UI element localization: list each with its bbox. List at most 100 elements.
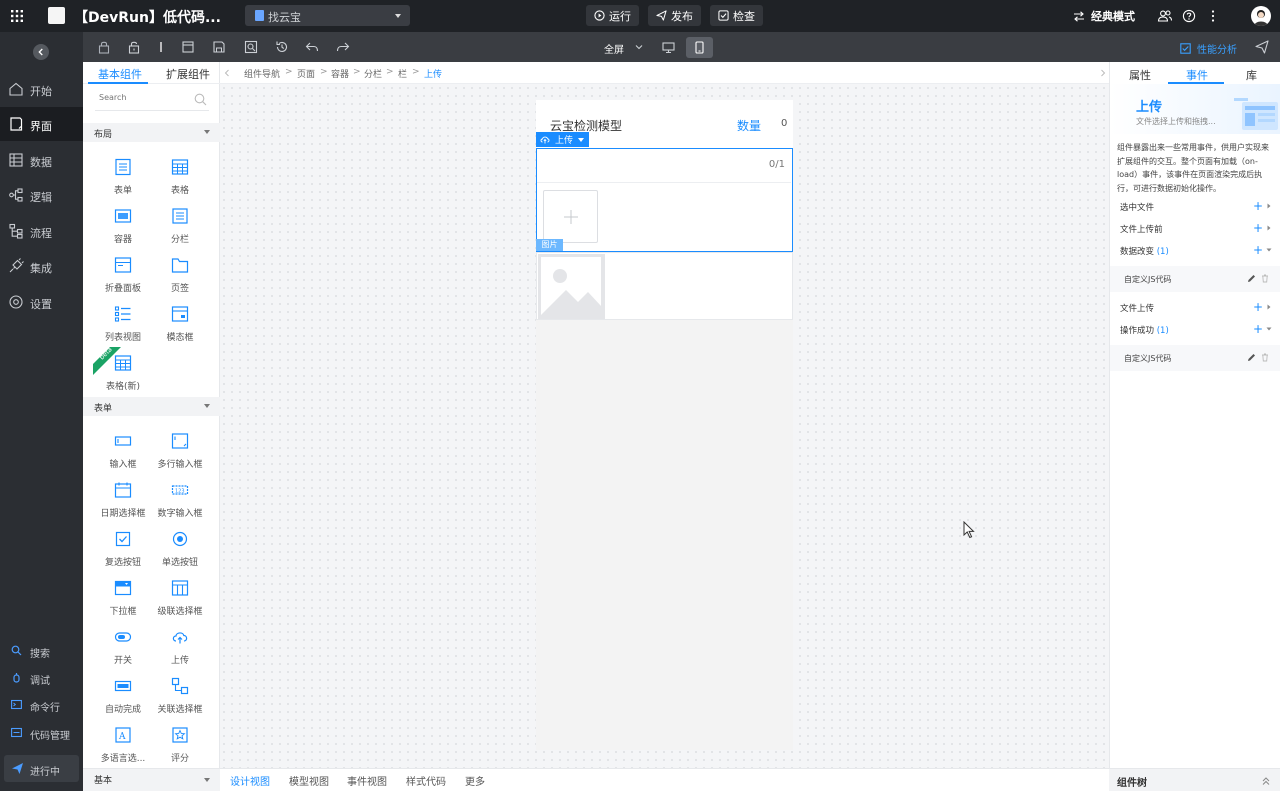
component-number-input[interactable]: 123 数字输入框	[151, 479, 209, 527]
breadcrumb-item[interactable]: 栏	[398, 67, 407, 80]
nav-item-logic[interactable]: 逻辑	[0, 178, 83, 212]
expand-up-icon[interactable]	[1261, 776, 1271, 786]
tab-style-code[interactable]: 样式代码	[406, 773, 446, 788]
apps-grid-icon[interactable]	[10, 9, 24, 23]
breadcrumb-item[interactable]: 页面	[297, 67, 315, 80]
component-upload[interactable]: 上传	[151, 626, 209, 674]
mobile-view-button[interactable]	[686, 37, 713, 58]
redo-icon[interactable]	[336, 40, 350, 54]
component-multilang[interactable]: A 多语言选...	[94, 724, 152, 772]
nav-item-start[interactable]: 开始	[0, 72, 83, 106]
section-form[interactable]: 表单	[83, 397, 220, 416]
image-component[interactable]	[536, 252, 793, 320]
chevron-down-icon[interactable]	[1266, 326, 1272, 332]
component-switch[interactable]: 开关	[94, 626, 152, 674]
component-date-picker[interactable]: 日期选择框	[94, 479, 152, 527]
component-table[interactable]: 表格	[151, 156, 209, 204]
nav-item-settings[interactable]: 设置	[0, 285, 83, 319]
component-list-view[interactable]: 列表视图	[94, 303, 152, 351]
tab-properties[interactable]: 属性	[1129, 67, 1151, 83]
event-row-success[interactable]: 操作成功 (1) +	[1110, 319, 1280, 341]
publish-button[interactable]: 发布	[648, 5, 701, 26]
unlock-icon[interactable]	[127, 40, 141, 54]
search-input[interactable]	[99, 93, 184, 102]
breadcrumb-item[interactable]: 组件导航	[244, 67, 280, 80]
team-icon[interactable]	[1157, 8, 1173, 24]
event-handler-custom-js[interactable]: 自定义JS代码	[1110, 345, 1280, 371]
event-row-file-selected[interactable]: 选中文件 +	[1110, 196, 1280, 218]
app-title[interactable]: 【DevRun】低代码...	[74, 7, 221, 27]
nav-tool-search[interactable]: 搜索	[0, 641, 83, 661]
breadcrumb-current[interactable]: 上传	[424, 67, 442, 80]
component-relation-select[interactable]: 关联选择框	[151, 675, 209, 723]
upload-component[interactable]: 0/1	[536, 148, 793, 252]
component-container[interactable]: 容器	[94, 205, 152, 253]
chevron-down-icon[interactable]	[1266, 247, 1272, 253]
breadcrumb-item[interactable]: 容器	[331, 67, 349, 80]
check-button[interactable]: 检查	[710, 5, 763, 26]
chevron-left-icon[interactable]	[224, 69, 230, 77]
nav-tool-debug[interactable]: 调试	[0, 668, 83, 688]
save-icon[interactable]	[212, 40, 226, 54]
event-row-before-upload[interactable]: 文件上传前 +	[1110, 218, 1280, 240]
event-row-data-changed[interactable]: 数据改变 (1) +	[1110, 240, 1280, 262]
chevron-down-icon[interactable]	[635, 43, 643, 51]
section-layout[interactable]: 布局	[83, 123, 220, 142]
tab-extended-components[interactable]: 扩展组件	[166, 66, 210, 82]
component-tabs[interactable]: 页签	[151, 254, 209, 302]
mode-switch[interactable]: 经典模式	[1073, 8, 1135, 24]
component-cascader[interactable]: 级联选择框	[151, 577, 209, 625]
chevron-right-icon[interactable]	[1100, 69, 1106, 77]
component-modal[interactable]: 模态框	[151, 303, 209, 351]
caret-down-icon[interactable]	[578, 138, 584, 142]
chevron-right-icon[interactable]	[1266, 203, 1272, 209]
performance-analysis-button[interactable]: 性能分析	[1180, 41, 1237, 56]
event-handler-custom-js[interactable]: 自定义JS代码	[1110, 266, 1280, 292]
nav-tool-code-management[interactable]: 代码管理	[0, 723, 83, 743]
component-form[interactable]: 表单	[94, 156, 152, 204]
add-event-button[interactable]: +	[1253, 322, 1263, 336]
preview-icon[interactable]	[244, 40, 258, 54]
image-tag[interactable]: 图片	[536, 239, 563, 251]
design-canvas[interactable]: 云宝检测模型 数量 0 上传 0/1 图片	[220, 84, 1109, 768]
nav-item-ui[interactable]: 界面	[0, 107, 83, 141]
tab-event-view[interactable]: 事件视图	[347, 773, 387, 788]
chevron-right-icon[interactable]	[1266, 225, 1272, 231]
add-event-button[interactable]: +	[1253, 199, 1263, 213]
tab-more[interactable]: 更多	[465, 773, 485, 788]
edit-icon[interactable]	[1247, 353, 1256, 362]
nav-item-integration[interactable]: 集成	[0, 249, 83, 283]
tab-model-view[interactable]: 模型视图	[289, 773, 329, 788]
section-basic[interactable]: 基本	[83, 768, 220, 791]
running-status-button[interactable]: 进行中	[4, 755, 79, 782]
component-rate[interactable]: 评分	[151, 724, 209, 772]
component-input[interactable]: 输入框	[94, 430, 152, 478]
desktop-view-button[interactable]	[655, 37, 682, 58]
edit-icon[interactable]	[1247, 274, 1256, 283]
send-icon[interactable]	[1255, 40, 1269, 54]
tab-library[interactable]: 库	[1246, 67, 1257, 83]
component-select[interactable]: 下拉框	[94, 577, 152, 625]
nav-item-flow[interactable]: 流程	[0, 214, 83, 248]
nav-item-data[interactable]: 数据	[0, 143, 83, 177]
lock-icon[interactable]	[97, 40, 111, 54]
component-collapse[interactable]: 折叠面板	[94, 254, 152, 302]
collapse-nav-button[interactable]	[33, 44, 49, 60]
tab-events[interactable]: 事件	[1186, 67, 1208, 83]
search-icon[interactable]	[194, 93, 207, 106]
run-button[interactable]: 运行	[586, 5, 639, 26]
component-autocomplete[interactable]: 自动完成	[94, 675, 152, 723]
component-checkbox[interactable]: 复选按钮	[94, 528, 152, 576]
undo-icon[interactable]	[305, 40, 319, 54]
tab-design-view[interactable]: 设计视图	[230, 773, 270, 788]
upload-trigger[interactable]	[543, 190, 598, 243]
fullscreen-select-label[interactable]: 全屏	[604, 41, 624, 56]
trash-icon[interactable]	[1261, 353, 1269, 362]
component-radio[interactable]: 单选按钮	[151, 528, 209, 576]
history-icon[interactable]	[275, 40, 289, 54]
trash-icon[interactable]	[1261, 274, 1269, 283]
add-event-button[interactable]: +	[1253, 243, 1263, 257]
page-select[interactable]: 找云宝	[245, 5, 410, 26]
selected-component-tag[interactable]: 上传	[536, 132, 589, 147]
component-textarea[interactable]: 多行输入框	[151, 430, 209, 478]
